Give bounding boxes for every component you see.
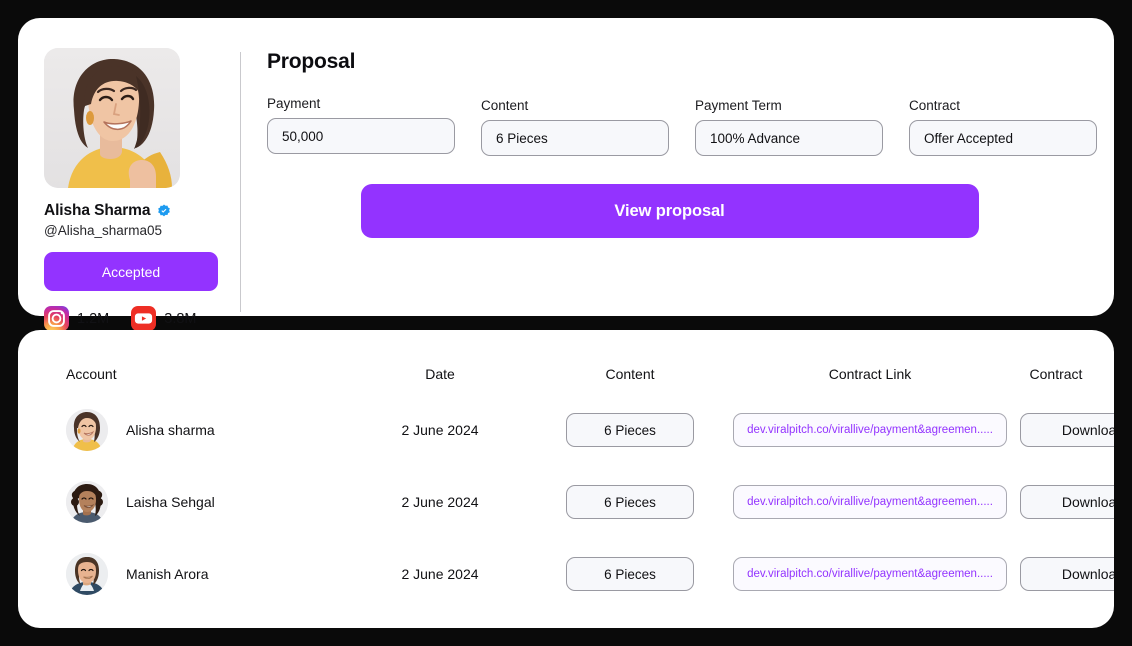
avatar xyxy=(66,481,108,523)
youtube-icon xyxy=(131,306,157,331)
date-value: 2 June 2024 xyxy=(401,494,479,510)
payment-field: Payment 50,000 xyxy=(267,96,455,156)
profile-name: Alisha Sharma xyxy=(44,202,151,219)
verified-badge-icon xyxy=(158,204,171,217)
instagram-stat[interactable]: 1.2M xyxy=(44,306,109,331)
content-input[interactable]: 6 Pieces xyxy=(481,120,669,156)
cell-content: 6 Pieces xyxy=(540,485,720,519)
cell-date: 2 June 2024 xyxy=(340,422,540,438)
proposal-title: Proposal xyxy=(267,50,356,73)
date-value: 2 June 2024 xyxy=(401,422,479,438)
account-name: Laisha Sehgal xyxy=(126,494,215,510)
header-label-content: Content xyxy=(605,366,655,382)
status-accepted-button[interactable]: Accepted xyxy=(44,252,218,291)
avatar xyxy=(66,409,108,451)
download-button[interactable]: Download xyxy=(1020,485,1114,519)
payment-input[interactable]: 50,000 xyxy=(267,118,455,154)
contract-link[interactable]: dev.viralpitch.co/virallive/payment&agre… xyxy=(733,485,1007,519)
profile-name-row: Alisha Sharma xyxy=(44,202,240,220)
content-field-label: Content xyxy=(481,98,529,113)
cell-contract-link: dev.viralpitch.co/virallive/payment&agre… xyxy=(720,557,1020,591)
influencer-profile-pane: Alisha Sharma @Alisha_sharma05 Accepted xyxy=(18,32,240,331)
cell-account: Laisha Sehgal xyxy=(40,481,340,523)
cell-content: 6 Pieces xyxy=(540,557,720,591)
header-cell-contract: Contract xyxy=(1020,366,1092,382)
proposal-card: Alisha Sharma @Alisha_sharma05 Accepted xyxy=(18,18,1114,331)
header-label-account: Account xyxy=(66,366,117,382)
table-row: Manish Arora 2 June 2024 6 Pieces dev.vi… xyxy=(40,538,1114,610)
avatar xyxy=(66,553,108,595)
cell-date: 2 June 2024 xyxy=(340,566,540,582)
cell-contract-link: dev.viralpitch.co/virallive/payment&agre… xyxy=(720,413,1020,447)
youtube-follower-count: 3.8M xyxy=(164,310,197,327)
profile-handle: @Alisha_sharma05 xyxy=(44,223,163,238)
header-label-date: Date xyxy=(425,366,455,382)
download-button[interactable]: Download xyxy=(1020,557,1114,591)
payment-term-field-label: Payment Term xyxy=(695,98,782,113)
cell-account: Manish Arora xyxy=(40,553,340,595)
contract-link[interactable]: dev.viralpitch.co/virallive/payment&agre… xyxy=(733,413,1007,447)
view-proposal-button[interactable]: View proposal xyxy=(360,184,979,238)
header-cell-content: Content xyxy=(540,366,720,382)
profile-avatar xyxy=(44,48,180,188)
cell-content: 6 Pieces xyxy=(540,413,720,447)
header-label-contract: Contract xyxy=(1029,366,1083,382)
cell-contract: Download xyxy=(1020,485,1114,519)
download-button[interactable]: Download xyxy=(1020,413,1114,447)
content-field: Content 6 Pieces xyxy=(481,96,669,156)
header-cell-date: Date xyxy=(340,366,540,382)
cell-contract: Download xyxy=(1020,557,1114,591)
social-stats-row: 1.2M 3.8M xyxy=(44,306,240,331)
table-row: Laisha Sehgal 2 June 2024 6 Pieces dev.v… xyxy=(40,466,1114,538)
content-chip[interactable]: 6 Pieces xyxy=(566,557,694,591)
cell-account: Alisha sharma xyxy=(40,409,340,451)
date-value: 2 June 2024 xyxy=(401,566,479,582)
instagram-follower-count: 1.2M xyxy=(77,310,110,327)
payment-term-field: Payment Term 100% Advance xyxy=(695,96,883,156)
proposal-fields-row: Payment 50,000 Content 6 Pieces Payment … xyxy=(267,96,1097,156)
contract-input[interactable]: Offer Accepted xyxy=(909,120,1097,156)
header-cell-contract-link: Contract Link xyxy=(720,366,1020,382)
contract-field: Contract Offer Accepted xyxy=(909,96,1097,156)
proposal-details-pane: Proposal Payment 50,000 Content 6 Pieces… xyxy=(241,32,1114,316)
table-row: Alisha sharma 2 June 2024 6 Pieces dev.v… xyxy=(40,394,1114,466)
account-name: Manish Arora xyxy=(126,566,209,582)
contract-link[interactable]: dev.viralpitch.co/virallive/payment&agre… xyxy=(733,557,1007,591)
content-chip[interactable]: 6 Pieces xyxy=(566,485,694,519)
cell-contract: Download xyxy=(1020,413,1114,447)
table-header-row: Account Date Content Contract Link Contr… xyxy=(40,354,1092,394)
cell-contract-link: dev.viralpitch.co/virallive/payment&agre… xyxy=(720,485,1020,519)
cell-date: 2 June 2024 xyxy=(340,494,540,510)
contracts-table-card: Account Date Content Contract Link Contr… xyxy=(18,330,1114,628)
header-label-contract-link: Contract Link xyxy=(828,366,912,382)
youtube-stat[interactable]: 3.8M xyxy=(131,306,197,331)
account-name: Alisha sharma xyxy=(126,422,215,438)
payment-term-input[interactable]: 100% Advance xyxy=(695,120,883,156)
payment-field-label: Payment xyxy=(267,96,321,111)
contract-field-label: Contract xyxy=(909,98,961,113)
app-root: Alisha Sharma @Alisha_sharma05 Accepted xyxy=(0,0,1132,646)
instagram-icon xyxy=(44,306,69,331)
header-cell-account: Account xyxy=(40,366,340,382)
content-chip[interactable]: 6 Pieces xyxy=(566,413,694,447)
